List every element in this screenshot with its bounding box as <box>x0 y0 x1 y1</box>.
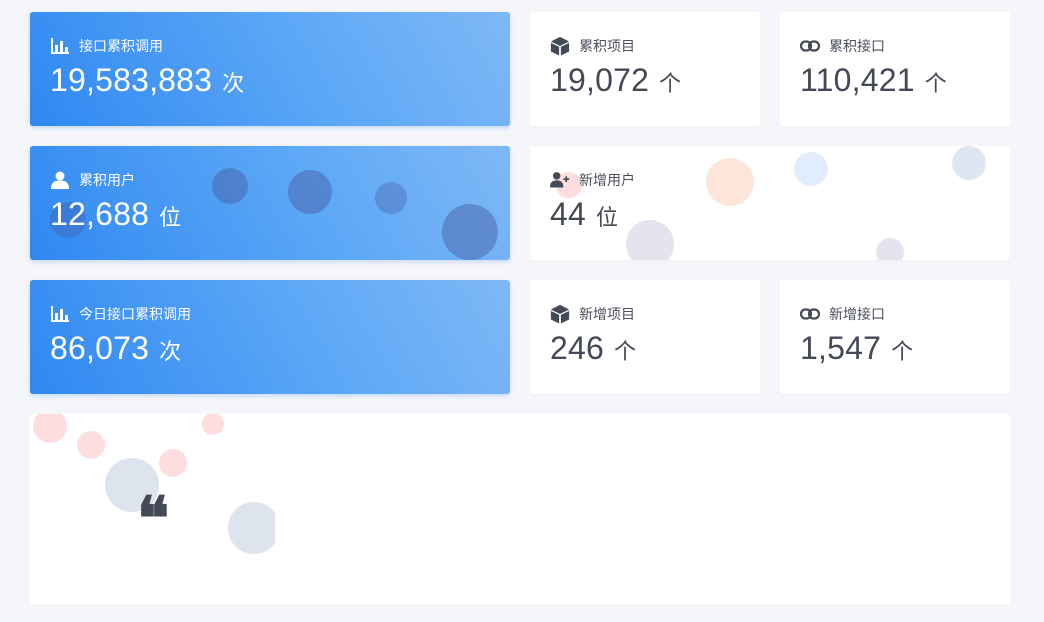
decorative-bubble <box>202 414 224 435</box>
stat-label: 累积项目 <box>579 38 635 54</box>
quote-card: ❝ <box>30 414 1010 604</box>
decorative-bubble <box>159 449 187 477</box>
decorative-bubble <box>288 170 332 214</box>
stat-unit: 次 <box>222 71 245 96</box>
stat-card-total-apis: 累积接口 110,421 个 <box>780 12 1010 126</box>
stat-value: 44 位 <box>550 196 618 233</box>
stat-unit: 位 <box>596 205 619 230</box>
stat-label: 今日接口累积调用 <box>79 306 191 322</box>
cube-icon <box>550 36 570 56</box>
stat-label: 累积用户 <box>79 172 135 188</box>
stat-number: 86,073 <box>50 330 150 366</box>
stat-number: 1,547 <box>800 330 882 366</box>
stat-label: 接口累积调用 <box>79 38 163 54</box>
stat-card-new-projects: 新增项目 246 个 <box>530 280 760 394</box>
stat-card-new-apis: 新增接口 1,547 个 <box>780 280 1010 394</box>
stat-number: 12,688 <box>50 196 150 232</box>
bar-chart-icon <box>50 36 70 56</box>
decorative-bubble <box>952 146 986 180</box>
stat-unit: 次 <box>159 339 182 364</box>
stat-unit: 位 <box>159 205 182 230</box>
link-icon <box>800 304 820 324</box>
user-icon <box>50 170 70 190</box>
stat-card-new-users: 新增用户 44 位 <box>530 146 1010 260</box>
link-icon <box>800 36 820 56</box>
cube-icon <box>550 304 570 324</box>
stat-value: 12,688 位 <box>50 196 181 233</box>
decorative-bubble <box>794 152 828 186</box>
user-plus-icon <box>550 170 570 190</box>
stat-value: 110,421 个 <box>800 62 947 99</box>
decorative-bubble <box>212 168 248 204</box>
stat-card-total-calls: 接口累积调用 19,583,883 次 <box>30 12 510 126</box>
stat-number: 110,421 <box>800 62 915 98</box>
stat-number: 19,583,883 <box>50 62 213 98</box>
stat-label: 新增用户 <box>579 172 635 188</box>
stat-label: 新增接口 <box>829 306 885 322</box>
stat-unit: 个 <box>659 71 682 96</box>
decorative-bubble <box>228 502 275 554</box>
decorative-bubble <box>626 220 674 260</box>
stat-card-today-calls: 今日接口累积调用 86,073 次 <box>30 280 510 394</box>
stat-value: 1,547 个 <box>800 330 913 367</box>
stat-unit: 个 <box>924 71 947 96</box>
decorative-bubble <box>33 414 67 443</box>
stat-value: 19,072 个 <box>550 62 681 99</box>
stat-card-total-users: 累积用户 12,688 位 <box>30 146 510 260</box>
stat-value: 19,583,883 次 <box>50 62 244 99</box>
stat-number: 246 <box>550 330 604 366</box>
bar-chart-icon <box>50 304 70 324</box>
stat-number: 19,072 <box>550 62 650 98</box>
decorative-bubble <box>375 182 407 214</box>
stat-card-total-projects: 累积项目 19,072 个 <box>530 12 760 126</box>
stat-unit: 个 <box>891 339 914 364</box>
stat-label: 累积接口 <box>829 38 885 54</box>
stat-number: 44 <box>550 196 586 232</box>
decorative-bubble <box>706 158 754 206</box>
stat-card-header: 累积接口 <box>800 36 885 56</box>
decorative-bubble <box>876 238 904 260</box>
stat-label: 新增项目 <box>579 306 635 322</box>
stat-card-header: 累积项目 <box>550 36 635 56</box>
stat-value: 246 个 <box>550 330 636 367</box>
stat-card-header: 累积用户 <box>50 170 135 190</box>
decorative-bubble <box>442 204 498 260</box>
stat-value: 86,073 次 <box>50 330 181 367</box>
decorative-bubble <box>77 431 105 459</box>
stat-card-header: 新增项目 <box>550 304 635 324</box>
stat-card-header: 新增接口 <box>800 304 885 324</box>
quote-icon: ❝ <box>137 484 170 554</box>
stat-unit: 个 <box>614 339 637 364</box>
stat-card-header: 今日接口累积调用 <box>50 304 191 324</box>
stat-card-header: 新增用户 <box>550 170 635 190</box>
stat-card-header: 接口累积调用 <box>50 36 163 56</box>
